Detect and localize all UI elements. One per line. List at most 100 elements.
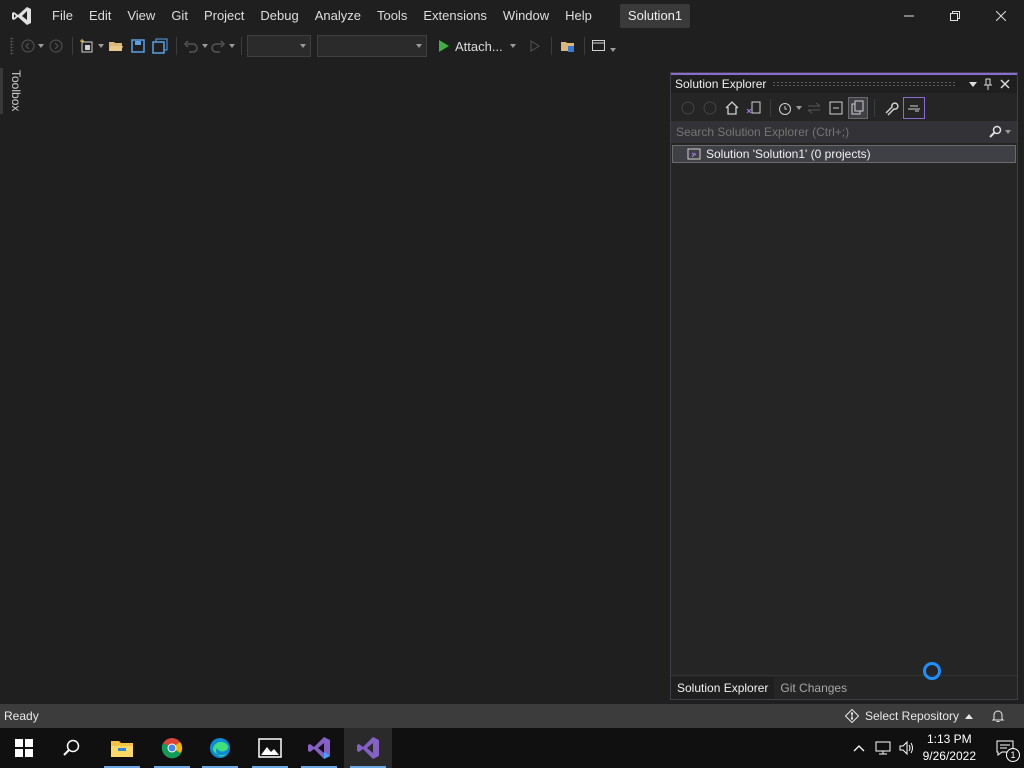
taskbar-search-button[interactable] <box>48 728 96 768</box>
taskbar-visual-studio[interactable] <box>344 728 392 768</box>
title-bar: File Edit View Git Project Debug Analyze… <box>0 0 1024 32</box>
window-layout-button[interactable] <box>591 35 616 57</box>
search-options-button[interactable] <box>988 121 1011 143</box>
menu-project[interactable]: Project <box>196 0 252 32</box>
save-all-button[interactable] <box>150 35 170 57</box>
search-input[interactable] <box>676 125 987 139</box>
se-forward-button[interactable] <box>700 97 720 119</box>
pin-button[interactable] <box>980 76 996 92</box>
menu-view[interactable]: View <box>119 0 163 32</box>
tree-item-solution[interactable]: Solution 'Solution1' (0 projects) <box>672 145 1016 163</box>
file-explorer-icon <box>111 741 133 757</box>
solution-label: Solution 'Solution1' (0 projects) <box>706 147 871 161</box>
solution-explorer-search <box>671 121 1017 143</box>
new-project-button[interactable] <box>79 35 104 57</box>
home-button[interactable] <box>722 97 742 119</box>
bell-icon <box>991 710 1005 722</box>
solution-name-badge[interactable]: Solution1 <box>619 4 691 28</box>
configuration-dropdown[interactable] <box>247 35 311 57</box>
play-outline-icon <box>530 40 540 52</box>
start-button[interactable] <box>0 728 48 768</box>
menu-git[interactable]: Git <box>163 0 196 32</box>
close-window-button[interactable] <box>978 0 1024 32</box>
tab-git-changes[interactable]: Git Changes <box>774 677 853 699</box>
menu-file[interactable]: File <box>44 0 81 32</box>
status-bar: Ready Select Repository <box>0 704 1024 728</box>
chrome-icon <box>161 738 183 759</box>
show-all-files-button[interactable] <box>848 97 868 119</box>
visual-studio-logo-icon[interactable] <box>0 0 44 32</box>
close-icon <box>996 11 1006 21</box>
show-hidden-icons-button[interactable] <box>848 737 870 759</box>
menu-tools[interactable]: Tools <box>369 0 415 32</box>
navigate-forward-button[interactable] <box>46 35 66 57</box>
undo-button[interactable] <box>183 35 208 57</box>
open-file-button[interactable] <box>106 35 126 57</box>
toolbox-tab[interactable]: Toolbox <box>4 68 26 116</box>
save-button[interactable] <box>128 35 148 57</box>
back-icon <box>681 101 695 115</box>
se-back-button[interactable] <box>678 97 698 119</box>
attach-button[interactable]: Attach... <box>436 35 518 57</box>
taskbar-photos[interactable] <box>246 728 294 768</box>
forward-icon <box>703 101 717 115</box>
photos-icon <box>258 738 282 758</box>
browse-folder-button[interactable] <box>558 35 578 57</box>
taskbar-chrome[interactable] <box>148 728 196 768</box>
menu-help[interactable]: Help <box>557 0 600 32</box>
attach-label: Attach... <box>455 38 503 54</box>
undo-icon <box>183 40 198 53</box>
speaker-icon <box>899 741 913 755</box>
wrench-icon <box>885 102 899 116</box>
clock-date: 9/26/2022 <box>922 749 976 763</box>
pending-changes-filter-button[interactable] <box>777 97 802 119</box>
preview-selected-button[interactable] <box>903 97 925 119</box>
menu-debug[interactable]: Debug <box>252 0 306 32</box>
repository-label: Select Repository <box>865 709 960 723</box>
loading-spinner-icon <box>923 662 941 680</box>
notifications-button[interactable] <box>990 708 1006 724</box>
forward-icon <box>49 39 63 53</box>
panel-options-button[interactable] <box>963 76 979 92</box>
home-icon <box>725 101 739 115</box>
new-project-icon <box>80 39 93 53</box>
windows-logo-icon <box>15 739 33 757</box>
minimize-button[interactable] <box>886 0 932 32</box>
save-all-icon <box>152 38 168 54</box>
panel-drag-grip[interactable] <box>772 81 957 87</box>
back-icon <box>21 39 35 53</box>
chevron-up-icon <box>965 713 974 719</box>
navigate-back-button[interactable] <box>21 35 44 57</box>
redo-icon <box>211 40 226 53</box>
menu-analyze[interactable]: Analyze <box>307 0 369 32</box>
start-without-debugging-button[interactable] <box>525 35 545 57</box>
taskbar-visual-studio-installer[interactable] <box>295 728 343 768</box>
properties-button[interactable] <box>881 97 901 119</box>
menu-edit[interactable]: Edit <box>81 0 119 32</box>
action-center-button[interactable]: 1 <box>987 737 1023 762</box>
collapse-all-button[interactable] <box>826 97 846 119</box>
solution-tree: Solution 'Solution1' (0 projects) <box>671 144 1017 673</box>
redo-button[interactable] <box>210 35 235 57</box>
tab-solution-explorer[interactable]: Solution Explorer <box>671 676 775 699</box>
visual-studio-icon <box>308 737 330 759</box>
network-button[interactable] <box>872 737 894 759</box>
switch-views-icon <box>746 101 761 114</box>
platform-dropdown[interactable] <box>317 35 427 57</box>
collapse-all-icon <box>829 101 843 115</box>
panel-close-button[interactable] <box>997 76 1013 92</box>
taskbar-edge[interactable] <box>196 728 244 768</box>
menu-extensions[interactable]: Extensions <box>415 0 495 32</box>
restore-button[interactable] <box>932 0 978 32</box>
sync-with-document-button[interactable] <box>804 97 824 119</box>
clock[interactable]: 1:13 PM 9/26/2022 <box>923 731 976 765</box>
taskbar-file-explorer[interactable] <box>98 728 146 768</box>
switch-views-button[interactable] <box>744 97 764 119</box>
toolbar-grip[interactable] <box>10 37 14 55</box>
select-repository-button[interactable]: Select Repository <box>845 704 974 728</box>
volume-button[interactable] <box>896 737 918 759</box>
menu-window[interactable]: Window <box>495 0 557 32</box>
show-all-files-icon <box>851 100 864 115</box>
window-layout-icon <box>591 40 605 51</box>
chevron-up-icon <box>853 745 865 752</box>
